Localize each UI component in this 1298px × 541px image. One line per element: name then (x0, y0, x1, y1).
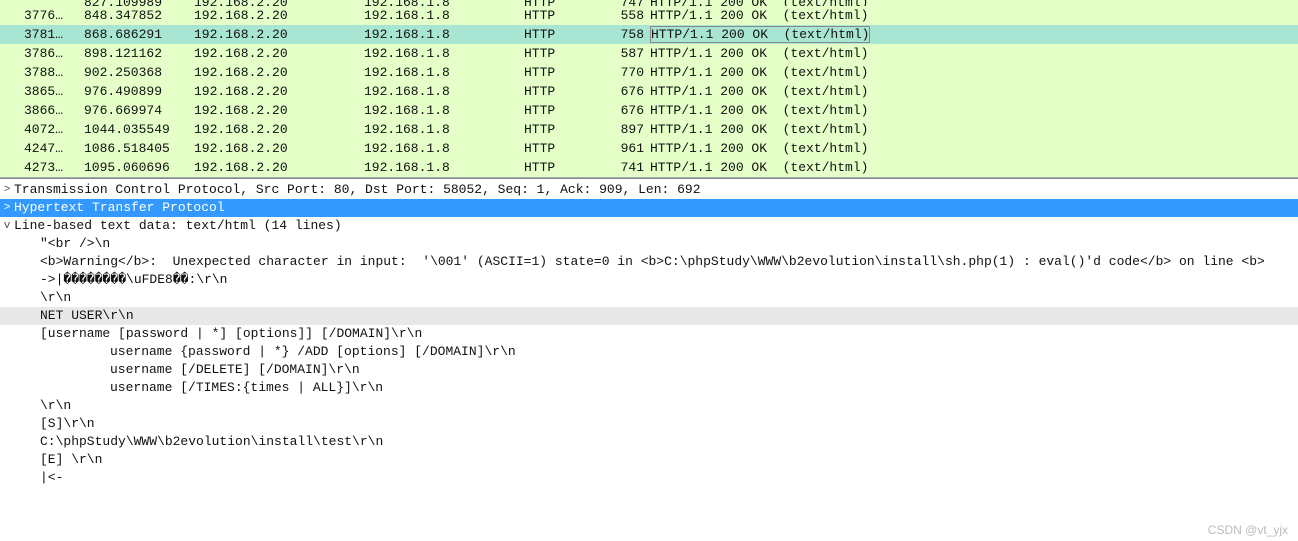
packet-destination: 192.168.1.8 (364, 63, 524, 82)
packet-length: 758 (594, 25, 648, 44)
packet-destination: 192.168.1.8 (364, 101, 524, 120)
packet-time: 1086.518405 (84, 139, 194, 158)
packet-destination: 192.168.1.8 (364, 44, 524, 63)
packet-details-pane[interactable]: > Transmission Control Protocol, Src Por… (0, 178, 1298, 487)
packet-protocol: HTTP (524, 25, 594, 44)
detail-text-line[interactable]: username [/DELETE] [/DOMAIN]\r\n (0, 361, 1298, 379)
detail-tcp-text: Transmission Control Protocol, Src Port:… (14, 181, 701, 199)
packet-info: HTTP/1.1 200 OK (text/html) (648, 101, 1298, 120)
packet-time: 868.686291 (84, 25, 194, 44)
packet-no: 3776… (0, 6, 84, 25)
detail-text-line[interactable]: [E] \r\n (0, 451, 1298, 469)
chevron-down-icon: v (0, 217, 14, 235)
detail-http[interactable]: > Hypertext Transfer Protocol (0, 199, 1298, 217)
packet-info: HTTP/1.1 200 OK (text/html) (648, 44, 1298, 63)
detail-text-line[interactable]: username {password | *} /ADD [options] [… (0, 343, 1298, 361)
chevron-right-icon: > (0, 181, 14, 199)
packet-source: 192.168.2.20 (194, 101, 364, 120)
packet-time: 1044.035549 (84, 120, 194, 139)
detail-http-text: Hypertext Transfer Protocol (14, 199, 225, 217)
packet-info: HTTP/1.1 200 OK (text/html) (648, 139, 1298, 158)
packet-time: 976.490899 (84, 82, 194, 101)
packet-source: 192.168.2.20 (194, 6, 364, 25)
detail-text-line[interactable]: |<- (0, 469, 1298, 487)
packet-no: 4273… (0, 158, 84, 177)
packet-info: HTTP/1.1 200 OK (text/html) (648, 25, 1298, 44)
detail-text-line[interactable]: [username [password | *] [options]] [/DO… (0, 325, 1298, 343)
packet-time: 1095.060696 (84, 158, 194, 177)
detail-text-line[interactable]: C:\phpStudy\WWW\b2evolution\install\test… (0, 433, 1298, 451)
packet-row[interactable]: 3776…848.347852192.168.2.20192.168.1.8HT… (0, 6, 1298, 25)
packet-destination: 192.168.1.8 (364, 25, 524, 44)
packet-destination: 192.168.1.8 (364, 158, 524, 177)
packet-info: HTTP/1.1 200 OK (text/html) (648, 63, 1298, 82)
packet-length: 558 (594, 6, 648, 25)
detail-text-line[interactable]: "<br />\n (0, 235, 1298, 253)
packet-no: 3866… (0, 101, 84, 120)
packet-destination: 192.168.1.8 (364, 82, 524, 101)
packet-protocol: HTTP (524, 158, 594, 177)
packet-source: 192.168.2.20 (194, 120, 364, 139)
detail-text-line[interactable]: NET USER\r\n (0, 307, 1298, 325)
packet-no: 3865… (0, 82, 84, 101)
detail-tcp[interactable]: > Transmission Control Protocol, Src Por… (0, 181, 1298, 199)
packet-source: 192.168.2.20 (194, 82, 364, 101)
packet-length: 897 (594, 120, 648, 139)
watermark: CSDN @vt_yjx (1208, 523, 1288, 537)
packet-protocol: HTTP (524, 139, 594, 158)
detail-text-line[interactable]: \r\n (0, 289, 1298, 307)
packet-protocol: HTTP (524, 6, 594, 25)
packet-no: 3786… (0, 44, 84, 63)
packet-no: 3788… (0, 63, 84, 82)
packet-protocol: HTTP (524, 44, 594, 63)
packet-protocol: HTTP (524, 63, 594, 82)
packet-list[interactable]: 3796…827.109989192.168.2.20192.168.1.8HT… (0, 0, 1298, 178)
detail-text-line[interactable]: ->|��������\uFDE8��:\r\n (0, 271, 1298, 289)
packet-length: 741 (594, 158, 648, 177)
packet-length: 676 (594, 82, 648, 101)
chevron-right-icon: > (0, 199, 14, 217)
packet-protocol: HTTP (524, 101, 594, 120)
detail-text-line[interactable]: <b>Warning</b>: Unexpected character in … (0, 253, 1298, 271)
packet-no: 4247… (0, 139, 84, 158)
detail-lbtd-text: Line-based text data: text/html (14 line… (14, 217, 342, 235)
packet-row[interactable]: 4247…1086.518405192.168.2.20192.168.1.8H… (0, 139, 1298, 158)
packet-source: 192.168.2.20 (194, 139, 364, 158)
packet-source: 192.168.2.20 (194, 44, 364, 63)
packet-row[interactable]: 4072…1044.035549192.168.2.20192.168.1.8H… (0, 120, 1298, 139)
detail-text-line[interactable]: \r\n (0, 397, 1298, 415)
packet-time: 848.347852 (84, 6, 194, 25)
packet-time: 902.250368 (84, 63, 194, 82)
packet-info: HTTP/1.1 200 OK (text/html) (648, 120, 1298, 139)
packet-info: HTTP/1.1 200 OK (text/html) (648, 6, 1298, 25)
packet-row[interactable]: 3788…902.250368192.168.2.20192.168.1.8HT… (0, 63, 1298, 82)
packet-destination: 192.168.1.8 (364, 6, 524, 25)
packet-time: 976.669974 (84, 101, 194, 120)
detail-text-line[interactable]: username [/TIMES:{times | ALL}]\r\n (0, 379, 1298, 397)
packet-time: 898.121162 (84, 44, 194, 63)
packet-protocol: HTTP (524, 120, 594, 139)
packet-info: HTTP/1.1 200 OK (text/html) (648, 158, 1298, 177)
packet-source: 192.168.2.20 (194, 63, 364, 82)
packet-source: 192.168.2.20 (194, 25, 364, 44)
packet-row[interactable]: 4273…1095.060696192.168.2.20192.168.1.8H… (0, 158, 1298, 177)
detail-line-based-text-data[interactable]: v Line-based text data: text/html (14 li… (0, 217, 1298, 235)
packet-length: 961 (594, 139, 648, 158)
packet-row[interactable]: 3866…976.669974192.168.2.20192.168.1.8HT… (0, 101, 1298, 120)
packet-protocol: HTTP (524, 82, 594, 101)
packet-row[interactable]: 3781…868.686291192.168.2.20192.168.1.8HT… (0, 25, 1298, 44)
packet-length: 770 (594, 63, 648, 82)
packet-destination: 192.168.1.8 (364, 139, 524, 158)
packet-destination: 192.168.1.8 (364, 120, 524, 139)
packet-length: 676 (594, 101, 648, 120)
packet-no: 4072… (0, 120, 84, 139)
packet-row[interactable]: 3865…976.490899192.168.2.20192.168.1.8HT… (0, 82, 1298, 101)
packet-length: 587 (594, 44, 648, 63)
packet-row[interactable]: 3786…898.121162192.168.2.20192.168.1.8HT… (0, 44, 1298, 63)
packet-info: HTTP/1.1 200 OK (text/html) (648, 82, 1298, 101)
packet-no: 3781… (0, 25, 84, 44)
packet-source: 192.168.2.20 (194, 158, 364, 177)
detail-text-line[interactable]: [S]\r\n (0, 415, 1298, 433)
